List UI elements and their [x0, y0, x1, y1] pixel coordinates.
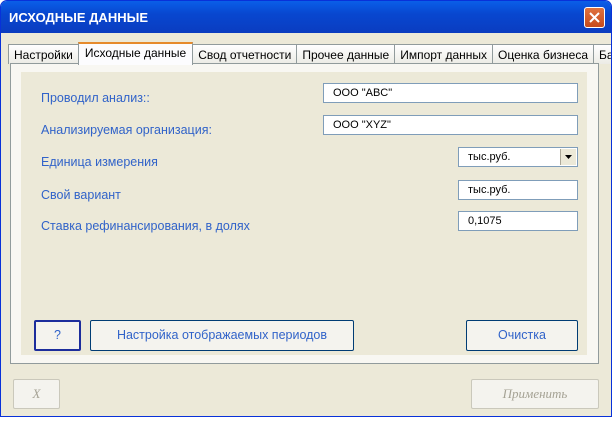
organization-field[interactable]: ООО "XYZ"	[323, 115, 578, 135]
clear-button[interactable]: Очистка	[466, 320, 578, 351]
organization-label: Анализируемая организация:	[41, 123, 212, 137]
periods-settings-button[interactable]: Настройка отображаемых периодов	[90, 320, 354, 351]
close-icon	[589, 12, 600, 23]
tab-settings[interactable]: Настройки	[8, 44, 79, 64]
unit-select-value: тыс.руб.	[468, 151, 511, 163]
dialog-window: ИСХОДНЫЕ ДАННЫЕ Настройки Исходные данны…	[0, 0, 612, 417]
refinancing-rate-label: Ставка рефинансирования, в долях	[41, 219, 250, 233]
tab-bank[interactable]: Банк	[593, 44, 611, 64]
refinancing-rate-field[interactable]: 0,1075	[458, 211, 578, 231]
tab-reporting-summary[interactable]: Свод отчетности	[192, 44, 298, 64]
analyst-field[interactable]: ООО "ABC"	[323, 83, 578, 103]
unit-dropdown-button[interactable]	[560, 149, 576, 165]
help-button[interactable]: ?	[34, 320, 81, 351]
form-area: Проводил анализ:: ООО "ABC" Анализируема…	[21, 72, 587, 355]
close-button[interactable]	[584, 7, 605, 28]
tab-strip: Настройки Исходные данные Свод отчетност…	[8, 42, 611, 65]
apply-button[interactable]: Применить	[471, 379, 599, 409]
tab-source-data[interactable]: Исходные данные	[77, 42, 194, 65]
tab-other-data[interactable]: Прочее данные	[296, 44, 396, 64]
custom-unit-label: Свой вариант	[41, 188, 121, 202]
close-x-button[interactable]: X	[13, 379, 60, 409]
window-title: ИСХОДНЫЕ ДАННЫЕ	[9, 10, 148, 25]
unit-label: Единица измерения	[41, 155, 158, 169]
custom-unit-field[interactable]: тыс.руб.	[458, 180, 578, 200]
chevron-down-icon	[565, 155, 572, 159]
title-bar: ИСХОДНЫЕ ДАННЫЕ	[1, 1, 611, 33]
unit-select[interactable]: тыс.руб.	[458, 147, 578, 167]
analyst-label: Проводил анализ::	[41, 91, 150, 105]
tab-business-valuation[interactable]: Оценка бизнеса	[492, 44, 594, 64]
tab-panel: Проводил анализ:: ООО "ABC" Анализируема…	[10, 63, 599, 364]
tab-data-import[interactable]: Импорт данных	[394, 44, 494, 64]
